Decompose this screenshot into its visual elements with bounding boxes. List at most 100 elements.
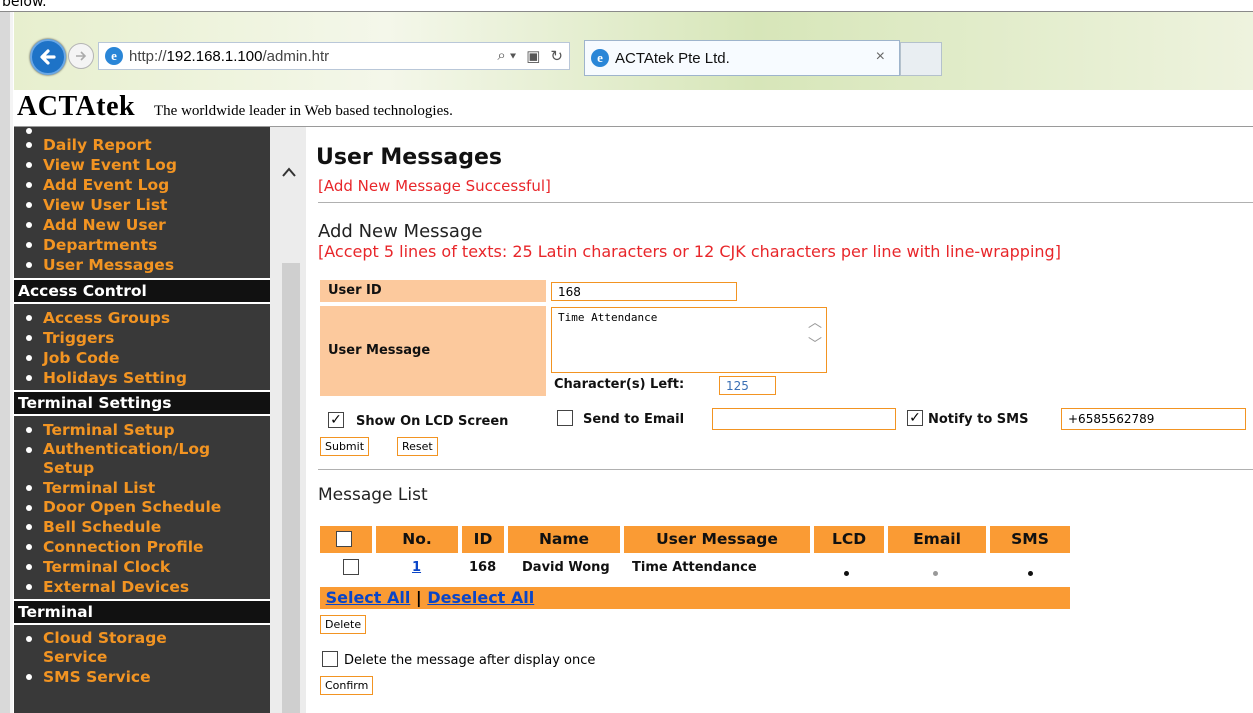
tab-ie-icon: e bbox=[591, 49, 609, 67]
refresh-icon[interactable]: ↻ bbox=[550, 47, 563, 65]
submit-button[interactable]: Submit bbox=[320, 437, 370, 456]
success-message: [Add New Message Successful] bbox=[318, 177, 551, 195]
page-title: User Messages bbox=[316, 145, 503, 170]
sidebar-section-terminal-settings: Terminal Settings bbox=[14, 390, 270, 416]
site-header: ACTAtek The worldwide leader in Web base… bbox=[14, 90, 1253, 127]
forward-button[interactable] bbox=[68, 43, 94, 69]
chars-left-field bbox=[719, 376, 776, 395]
sidebar-item-holidays-setting[interactable]: Holidays Setting bbox=[26, 368, 270, 388]
sidebar-item-add-new-user[interactable]: Add New User bbox=[26, 215, 270, 235]
content-scrollbar[interactable] bbox=[270, 127, 306, 713]
user-message-label: User Message bbox=[320, 306, 546, 396]
header-user-message: User Message bbox=[624, 526, 810, 553]
ie-page-icon: e bbox=[105, 47, 123, 65]
sidebar-item-authentication-log-setup[interactable]: Authentication/Log Setup bbox=[26, 440, 256, 478]
sidebar-item-add-event-log[interactable]: Add Event Log bbox=[26, 175, 270, 195]
header-id: ID bbox=[462, 526, 504, 553]
user-id-input[interactable] bbox=[551, 282, 737, 301]
email-input[interactable] bbox=[712, 408, 896, 430]
tab-title: ACTAtek Pte Ltd. bbox=[615, 49, 730, 67]
search-dropdown-icon[interactable]: ⌕ ▾ bbox=[497, 47, 516, 65]
sidebar-item-external-devices[interactable]: External Devices bbox=[26, 577, 256, 597]
sidebar-item-cloud-storage-service[interactable]: Cloud Storage Service bbox=[26, 629, 236, 667]
address-controls: ⌕ ▾ ▣ ↻ bbox=[497, 47, 563, 65]
sidebar-group-terminal: Cloud Storage Service SMS Service bbox=[14, 625, 236, 687]
sidebar-section-terminal: Terminal bbox=[14, 599, 270, 625]
sidebar-item-door-open-schedule[interactable]: Door Open Schedule bbox=[26, 498, 256, 517]
sidebar-item-connection-profile[interactable]: Connection Profile bbox=[26, 537, 256, 557]
header-select-cell bbox=[320, 526, 372, 553]
window-left-inner-border bbox=[10, 12, 13, 713]
row-lcd-dot-icon bbox=[844, 565, 849, 580]
add-message-heading: Add New Message bbox=[318, 221, 483, 242]
new-tab-button[interactable] bbox=[900, 42, 942, 76]
sidebar-item-view-event-log[interactable]: View Event Log bbox=[26, 155, 270, 175]
sidebar-item-departments[interactable]: Departments bbox=[26, 235, 270, 255]
row-name: David Wong bbox=[522, 560, 610, 575]
delete-button[interactable]: Delete bbox=[320, 615, 367, 634]
sms-input[interactable] bbox=[1061, 408, 1246, 430]
row-sms-dot-icon bbox=[1028, 565, 1033, 580]
main-content: User Messages [Add New Message Successfu… bbox=[306, 127, 1253, 713]
back-arrow-icon bbox=[40, 49, 56, 65]
sidebar-item-daily-report[interactable]: Daily Report bbox=[26, 135, 270, 155]
sidebar: Daily Report View Event Log Add Event Lo… bbox=[14, 127, 270, 713]
row-no-link[interactable]: 1 bbox=[412, 560, 421, 575]
confirm-button[interactable]: Confirm bbox=[320, 676, 374, 695]
url-text: http://192.168.1.100/admin.htr bbox=[129, 47, 330, 65]
forward-arrow-icon bbox=[76, 51, 87, 61]
send-email-label: Send to Email bbox=[583, 412, 685, 427]
address-row: e http://192.168.1.100/admin.htr ⌕ ▾ ▣ ↻… bbox=[14, 36, 1253, 76]
user-id-label: User ID bbox=[320, 280, 546, 302]
notify-sms-label: Notify to SMS bbox=[928, 412, 1029, 427]
textarea-scroll-arrows-icon[interactable]: ︿ ﹀ bbox=[808, 312, 822, 356]
message-list-heading: Message List bbox=[318, 485, 428, 505]
header-lcd: LCD bbox=[814, 526, 884, 553]
header-email: Email bbox=[888, 526, 986, 553]
address-bar[interactable]: e http://192.168.1.100/admin.htr ⌕ ▾ ▣ ↻ bbox=[98, 42, 570, 70]
user-message-textarea[interactable]: Time Attendance ︿ ﹀ bbox=[551, 307, 827, 373]
divider bbox=[318, 469, 1253, 470]
sidebar-item-sms-service[interactable]: SMS Service bbox=[26, 667, 236, 687]
header-name: Name bbox=[508, 526, 620, 553]
select-all-checkbox[interactable] bbox=[336, 531, 352, 547]
sidebar-item-access-groups[interactable]: Access Groups bbox=[26, 308, 270, 328]
browser-tab[interactable]: e ACTAtek Pte Ltd. × bbox=[584, 40, 900, 76]
row-email-dot-icon bbox=[933, 565, 938, 580]
compatibility-view-icon[interactable]: ▣ bbox=[526, 47, 540, 65]
select-all-link[interactable]: Select All bbox=[326, 588, 411, 607]
sidebar-item-terminal-list[interactable]: Terminal List bbox=[26, 478, 256, 498]
sidebar-item-terminal-setup[interactable]: Terminal Setup bbox=[26, 420, 256, 440]
row-checkbox[interactable] bbox=[343, 559, 359, 575]
delete-after-display-checkbox[interactable] bbox=[322, 651, 338, 667]
reset-button[interactable]: Reset bbox=[397, 437, 438, 456]
show-lcd-label: Show On LCD Screen bbox=[356, 414, 509, 429]
divider bbox=[318, 202, 1253, 203]
sidebar-item-view-user-list[interactable]: View User List bbox=[26, 195, 270, 215]
row-id: 168 bbox=[469, 560, 497, 575]
sidebar-item-partial bbox=[26, 127, 270, 135]
tab-close-icon[interactable]: × bbox=[876, 48, 885, 66]
deselect-all-link[interactable]: Deselect All bbox=[427, 588, 534, 607]
header-sms: SMS bbox=[990, 526, 1070, 553]
sidebar-item-triggers[interactable]: Triggers bbox=[26, 328, 270, 348]
sidebar-item-terminal-clock[interactable]: Terminal Clock bbox=[26, 557, 256, 577]
scroll-up-chevron-icon[interactable] bbox=[282, 161, 296, 182]
send-email-checkbox[interactable] bbox=[557, 410, 573, 426]
separator: | bbox=[415, 588, 422, 607]
sidebar-item-bell-schedule[interactable]: Bell Schedule bbox=[26, 517, 256, 537]
sidebar-section-access-control: Access Control bbox=[14, 278, 270, 304]
sidebar-item-user-messages[interactable]: User Messages bbox=[26, 255, 270, 275]
show-lcd-checkbox[interactable]: ✓ bbox=[328, 412, 344, 428]
tagline: The worldwide leader in Web based techno… bbox=[154, 103, 453, 119]
back-button[interactable] bbox=[30, 39, 66, 75]
row-message: Time Attendance bbox=[632, 560, 757, 575]
header-no: No. bbox=[376, 526, 458, 553]
brand-logo: ACTAtek bbox=[17, 91, 136, 122]
accept-note: [Accept 5 lines of texts: 25 Latin chara… bbox=[318, 242, 1061, 261]
cut-off-text: below. bbox=[2, 0, 47, 10]
scrollbar-thumb[interactable] bbox=[282, 263, 300, 713]
sidebar-item-job-code[interactable]: Job Code bbox=[26, 348, 270, 368]
delete-after-display-label: Delete the message after display once bbox=[344, 653, 596, 668]
notify-sms-checkbox[interactable]: ✓ bbox=[907, 410, 923, 426]
